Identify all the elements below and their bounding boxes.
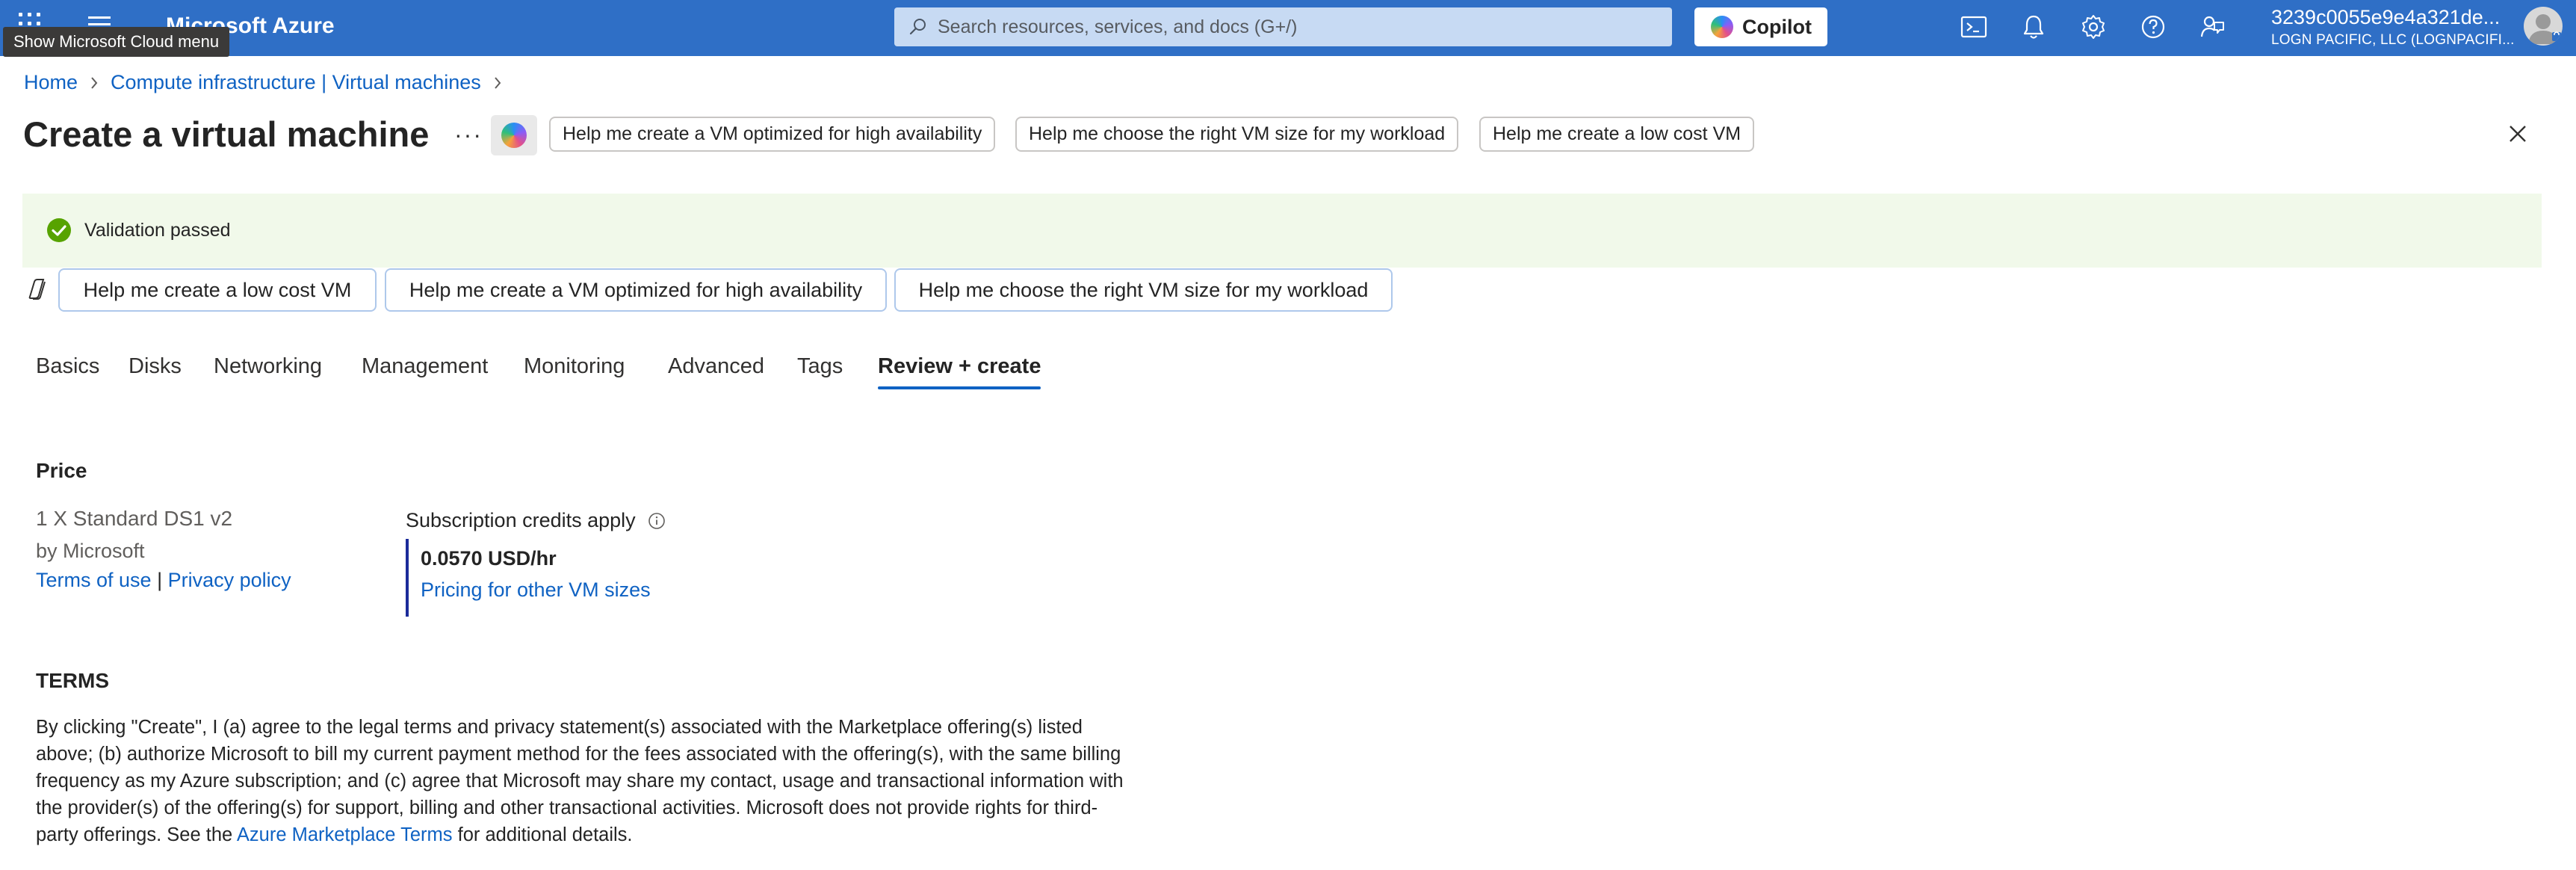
copilot-label: Copilot — [1742, 15, 1812, 38]
price-rate: 0.0570 USD/hr — [421, 547, 557, 570]
global-search[interactable] — [894, 7, 1672, 46]
account-directory: LOGN PACIFIC, LLC (LOGNPACIFI... — [2271, 32, 2515, 48]
validation-banner: Validation passed — [22, 194, 2542, 268]
suggestion-low-cost-vm[interactable]: Help me create a low cost VM — [58, 268, 377, 312]
copilot-suggestions-button[interactable] — [491, 115, 537, 155]
tab-tags[interactable]: Tags — [797, 354, 843, 389]
validation-text: Validation passed — [84, 220, 231, 241]
price-vendor: by Microsoft — [36, 540, 145, 562]
copilot-icon — [1711, 16, 1733, 38]
suggestion-high-availability[interactable]: Help me create a VM optimized for high a… — [549, 117, 996, 152]
account-name: 3239c0055e9e4a321de... — [2271, 6, 2501, 28]
subscription-credits: Subscription credits apply — [406, 509, 666, 532]
search-input[interactable] — [938, 7, 1655, 46]
top-bar: Microsoft Azure Copilot 3239c0055e9e4a32… — [0, 0, 2576, 57]
search-icon — [909, 19, 926, 35]
avatar[interactable] — [2524, 7, 2563, 46]
user-avatar-icon — [2528, 14, 2561, 44]
tab-basics[interactable]: Basics — [36, 354, 99, 389]
suggestion-low-cost[interactable]: Help me create a low cost VM — [1479, 117, 1755, 152]
copilot-button[interactable]: Copilot — [1694, 7, 1827, 46]
price-heading: Price — [36, 459, 87, 482]
chevron-right-icon — [495, 76, 501, 89]
terms-text: By clicking "Create", I (a) agree to the… — [36, 714, 1127, 848]
terms-heading: TERMS — [36, 669, 109, 692]
tab-monitoring[interactable]: Monitoring — [524, 354, 625, 389]
suggestion-high-availability-vm[interactable]: Help me create a VM optimized for high a… — [385, 268, 887, 312]
link-separator: | — [157, 569, 163, 591]
breadcrumb-home[interactable]: Home — [24, 71, 78, 94]
breadcrumb-virtual-machines[interactable]: Compute infrastructure | Virtual machine… — [111, 71, 481, 94]
help-icon[interactable] — [2138, 12, 2168, 42]
tab-review-create[interactable]: Review + create — [878, 354, 1041, 389]
check-circle-icon — [47, 218, 71, 242]
chevron-right-icon — [91, 76, 98, 89]
privacy-policy-link[interactable]: Privacy policy — [168, 569, 291, 591]
settings-gear-icon[interactable] — [2078, 12, 2108, 42]
suggestion-right-vm-size[interactable]: Help me choose the right VM size for my … — [894, 268, 1393, 312]
page-title: Create a virtual machine — [23, 114, 430, 154]
copilot-outline-icon — [28, 279, 46, 300]
tab-disks[interactable]: Disks — [129, 354, 182, 389]
marketplace-terms-link[interactable]: Azure Marketplace Terms — [237, 824, 453, 845]
copilot-icon — [501, 123, 527, 148]
price-legal-links: Terms of use | Privacy policy — [36, 569, 291, 592]
notifications-bell-icon[interactable] — [2019, 12, 2049, 42]
price-product: 1 X Standard DS1 v2 — [36, 507, 233, 530]
more-actions-button[interactable]: ··· — [454, 121, 483, 149]
tab-networking[interactable]: Networking — [214, 354, 322, 389]
tab-advanced[interactable]: Advanced — [668, 354, 764, 389]
breadcrumb: Home Compute infrastructure | Virtual ma… — [24, 71, 514, 94]
suggestion-vm-size[interactable]: Help me choose the right VM size for my … — [1015, 117, 1459, 152]
tab-management[interactable]: Management — [362, 354, 488, 389]
terms-body-end: for additional details. — [457, 824, 633, 845]
credits-label: Subscription credits apply — [406, 509, 636, 531]
account-menu[interactable]: 3239c0055e9e4a321de... LOGN PACIFIC, LLC… — [2271, 6, 2515, 49]
info-icon[interactable] — [648, 512, 666, 530]
terms-of-use-link[interactable]: Terms of use — [36, 569, 152, 591]
other-vm-sizes-link[interactable]: Pricing for other VM sizes — [421, 579, 651, 602]
cloud-menu-tooltip: Show Microsoft Cloud menu — [3, 27, 230, 57]
close-icon[interactable] — [2504, 120, 2531, 147]
price-detail: 0.0570 USD/hr Pricing for other VM sizes — [406, 539, 690, 617]
feedback-icon[interactable] — [2198, 12, 2228, 42]
cloud-shell-icon[interactable] — [1959, 12, 1989, 42]
